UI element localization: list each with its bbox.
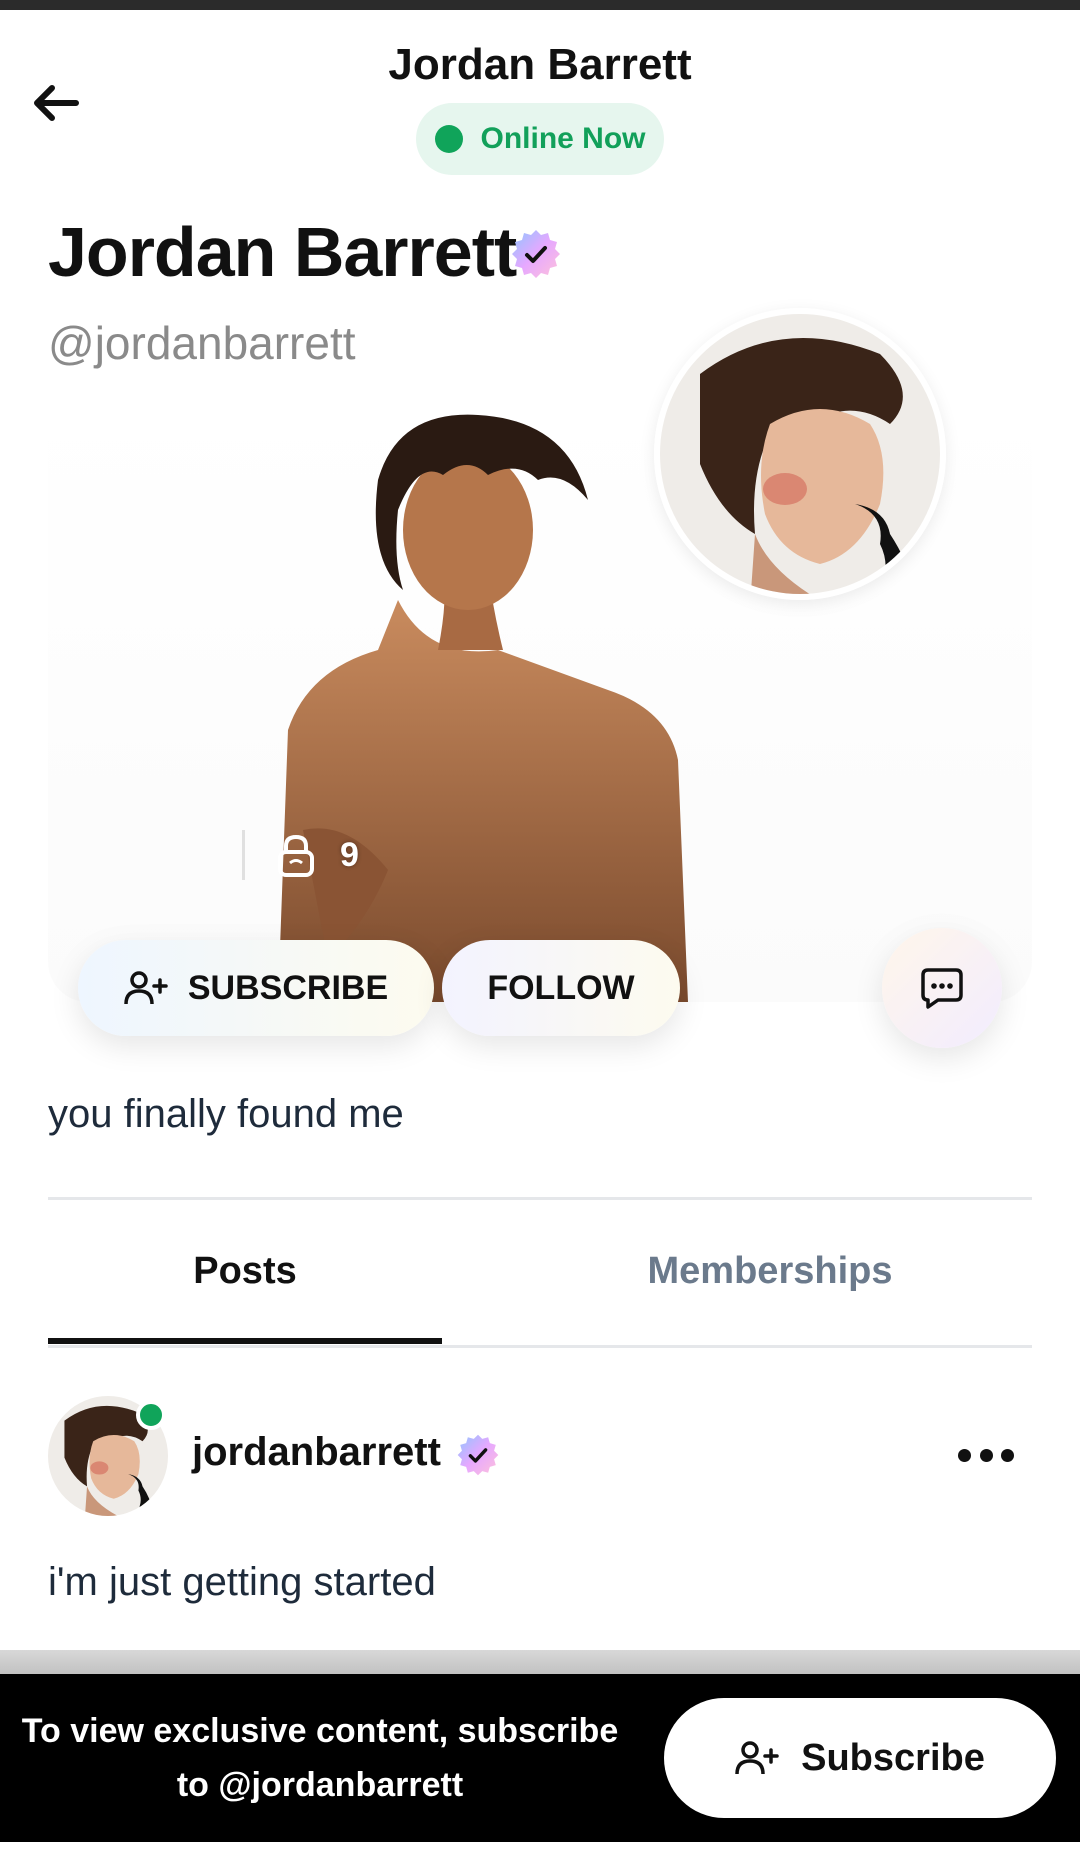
online-status-label: Online Now [480, 122, 646, 155]
follow-button[interactable]: FOLLOW [442, 940, 680, 1036]
stats-divider [242, 830, 245, 880]
online-indicator [136, 1400, 166, 1430]
online-dot-icon [434, 125, 463, 153]
banner-subscribe-button[interactable]: Subscribe [664, 1698, 1056, 1818]
subscribe-button-label: SUBSCRIBE [187, 968, 389, 1007]
tab-posts[interactable]: Posts [48, 1250, 442, 1293]
profile-avatar[interactable] [654, 308, 946, 600]
chat-bubble-icon [921, 968, 963, 1009]
lock-icon [278, 834, 314, 877]
profile-bio: you finally found me [48, 1092, 404, 1136]
subscribe-button[interactable]: SUBSCRIBE [78, 940, 434, 1036]
post-text: i'm just getting started [48, 1560, 436, 1604]
avatar-portrait-illustration [660, 314, 940, 594]
locked-content-count: 9 [340, 836, 359, 874]
online-status-badge: Online Now [416, 103, 664, 175]
post-author-username[interactable]: jordanbarrett [192, 1430, 441, 1475]
divider [48, 1197, 1032, 1200]
tab-memberships[interactable]: Memberships [540, 1250, 1000, 1293]
status-bar-strip [0, 0, 1080, 10]
follow-button-label: FOLLOW [487, 968, 635, 1007]
subscribe-banner-message: To view exclusive content, subscribe to … [21, 1712, 619, 1804]
more-dots-icon [958, 1448, 971, 1462]
message-button[interactable] [882, 928, 1002, 1048]
banner-subscribe-label: Subscribe [801, 1736, 985, 1779]
active-tab-indicator [48, 1338, 442, 1344]
verified-badge-icon [457, 1434, 499, 1476]
verified-badge-icon [512, 230, 560, 278]
add-user-icon [124, 971, 168, 1005]
profile-handle: @jordanbarrett [48, 317, 356, 369]
divider [48, 1345, 1032, 1348]
post-more-button[interactable] [958, 1440, 1014, 1470]
add-user-icon [735, 1741, 779, 1775]
header-title: Jordan Barrett [388, 40, 692, 89]
profile-name: Jordan Barrett [48, 213, 517, 291]
